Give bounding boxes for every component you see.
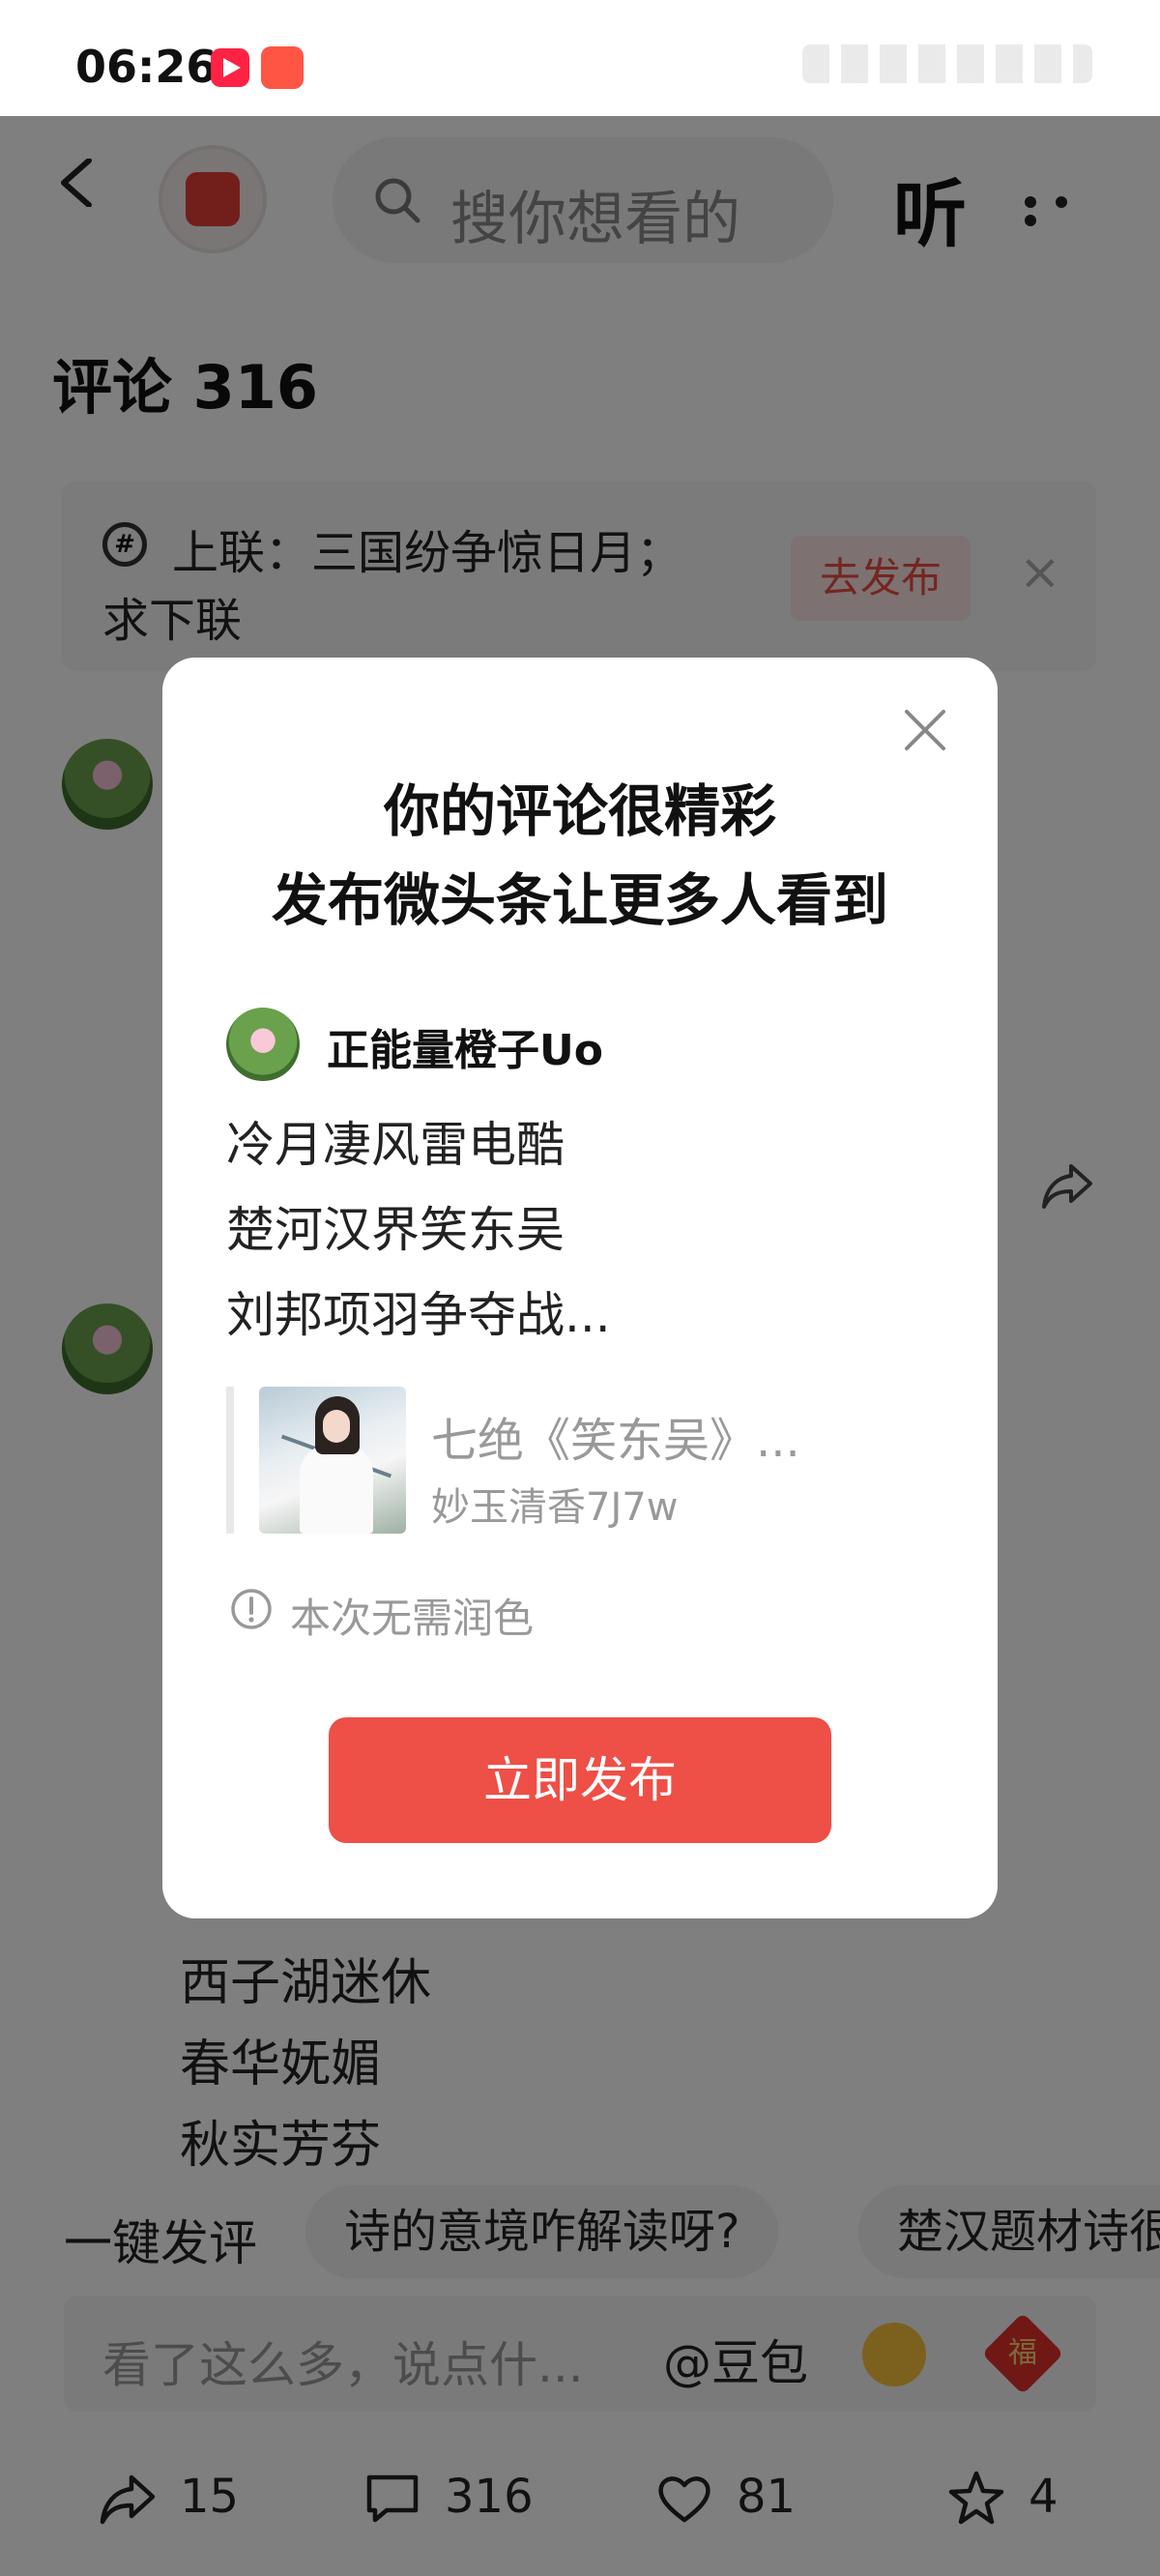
- status-icons: [802, 44, 1092, 83]
- quoted-article-title: 七绝《笑东吴》...: [431, 1414, 800, 1468]
- status-bar: 06:26: [0, 0, 1160, 116]
- dialog-title-line2: 发布微头条让更多人看到: [271, 867, 888, 933]
- article-thumbnail: [259, 1387, 406, 1534]
- status-time: 06:26: [75, 41, 218, 93]
- video-app-icon: [211, 48, 249, 87]
- username: 正能量橙子Uo: [327, 1026, 603, 1075]
- comment-text-line: 冷月凄风雷电酷: [226, 1117, 565, 1173]
- user-avatar: [226, 1008, 300, 1081]
- quoted-article-author: 妙玉清香7J7w: [431, 1485, 679, 1530]
- comment-text-line: 楚河汉界笑东吴: [226, 1202, 565, 1258]
- page: 06:26 搜你想看的 听 评论 316 # 上联：三国纷争惊日月； 求下联 去…: [0, 0, 1160, 2576]
- polish-hint: 本次无需润色: [290, 1595, 535, 1642]
- info-icon: [231, 1589, 272, 1629]
- comment-text-line: 刘邦项羽争夺战...: [226, 1287, 611, 1343]
- close-icon[interactable]: [901, 706, 949, 754]
- publish-now-button[interactable]: 立即发布: [329, 1717, 831, 1843]
- news-app-icon: [261, 46, 304, 89]
- publish-dialog: 你的评论很精彩 发布微头条让更多人看到 正能量橙子Uo 冷月凄风雷电酷 楚河汉界…: [162, 658, 998, 1918]
- quote-bar: [226, 1387, 234, 1534]
- dialog-title-line1: 你的评论很精彩: [383, 778, 776, 844]
